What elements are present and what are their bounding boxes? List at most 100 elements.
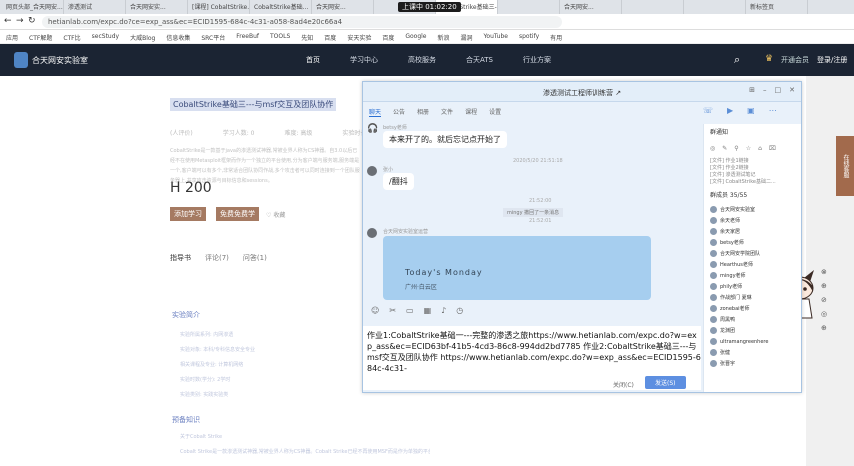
forward-icon[interactable]: →	[16, 16, 24, 26]
bookmark[interactable]: 安天实验	[347, 33, 371, 42]
scissors-icon[interactable]: ✂	[389, 306, 396, 315]
avatar[interactable]	[367, 228, 377, 238]
send-button[interactable]: 发送(S)	[645, 376, 686, 389]
link-icon[interactable]: ⚲	[734, 145, 738, 152]
bookmark[interactable]: 百度	[324, 33, 336, 42]
bookmark[interactable]: 新浪	[438, 33, 450, 42]
edit-icon[interactable]: ✎	[722, 145, 727, 152]
member-item[interactable]: 张晋宇	[710, 358, 768, 369]
pin-icon[interactable]: ⊕	[821, 282, 827, 290]
browser-tab[interactable]: 网页头部_合天网安...	[2, 0, 64, 14]
vip-button[interactable]: 开通会员	[781, 55, 809, 65]
message-bubble[interactable]: 本来开了的。就后忘记点开始了	[383, 131, 507, 148]
tab-comments[interactable]: 评论(7)	[205, 253, 229, 263]
plus-icon[interactable]: ⊕	[821, 324, 827, 332]
member-item[interactable]: 作战部门 夏琳	[710, 292, 768, 303]
image-icon[interactable]: ▦	[424, 306, 432, 315]
member-item[interactable]: 周黑鸭	[710, 314, 768, 325]
bookmark[interactable]: FreeBuf	[236, 33, 259, 40]
browser-tab[interactable]: [课程] CobaltStrike...	[188, 0, 250, 14]
bookmark[interactable]: 有用	[550, 33, 562, 42]
tab-guide[interactable]: 指导书	[170, 253, 191, 263]
tab-album[interactable]: 相册	[417, 107, 429, 117]
eye-icon[interactable]: ◎	[821, 310, 827, 318]
nav-ats[interactable]: 合天ATS	[466, 55, 493, 65]
minimize-icon[interactable]: –	[763, 86, 767, 94]
member-item[interactable]: 合天网安学院团队	[710, 248, 768, 259]
browser-tab[interactable]: CobaltStrike基础...	[250, 0, 312, 14]
login-button[interactable]: 登录/注册	[817, 55, 847, 65]
member-item[interactable]: 龙渊团	[710, 325, 768, 336]
message-bubble[interactable]: /翻抖	[383, 173, 414, 190]
close-icon[interactable]: ✕	[789, 86, 795, 94]
bookmark[interactable]: YouTube	[484, 33, 508, 40]
bookmark[interactable]: TOOLS	[270, 33, 290, 40]
image-message[interactable]: Today's Monday 广州·白云区	[383, 236, 651, 300]
search-icon[interactable]: ⌕	[734, 53, 740, 67]
message-input-text[interactable]: 作业1:CobaltStrike基础一---完整的渗透之旅https://www…	[367, 330, 701, 374]
member-item[interactable]: 合天网安实验室	[710, 204, 768, 215]
member-item[interactable]: betsy老师	[710, 237, 768, 248]
bookmark[interactable]: 大威Blog	[130, 33, 155, 42]
nav-learning[interactable]: 学习中心	[350, 55, 378, 65]
bookmark[interactable]: CTF比	[63, 33, 80, 42]
tab-course[interactable]: 课程	[465, 107, 477, 117]
close-icon[interactable]: ⊗	[821, 268, 827, 276]
history-icon[interactable]: ◷	[456, 306, 463, 315]
pin-icon[interactable]: ⊞	[749, 86, 755, 94]
bookmark[interactable]: 先知	[301, 33, 313, 42]
member-item[interactable]: 余天家居	[710, 226, 768, 237]
bookmark[interactable]: 信息收集	[166, 33, 190, 42]
browser-tab[interactable]: 渗透测试	[64, 0, 126, 14]
member-item[interactable]: 张健	[710, 347, 768, 358]
browser-tab[interactable]: 合天网安...	[560, 0, 622, 14]
tab-qa[interactable]: 问答(1)	[243, 253, 267, 263]
share-screen-icon[interactable]: ▣	[747, 106, 755, 115]
free-study-button[interactable]: 免费免费学	[216, 207, 259, 221]
tab-chat[interactable]: 聊天	[369, 107, 382, 117]
back-icon[interactable]: ←	[4, 16, 12, 26]
member-item[interactable]: zonebai老师	[710, 303, 768, 314]
nav-university[interactable]: 高校服务	[408, 55, 436, 65]
group-title[interactable]: 渗透测试工程师训练营 ↗	[543, 88, 621, 98]
phone-icon[interactable]: ☏	[703, 106, 713, 115]
nav-solutions[interactable]: 行业方案	[523, 55, 551, 65]
shield-logo-icon[interactable]	[14, 52, 28, 68]
maximize-icon[interactable]: □	[775, 86, 782, 94]
avatar[interactable]	[367, 166, 377, 176]
tab-announce[interactable]: 公告	[393, 107, 405, 117]
bookmark[interactable]: Google	[405, 33, 426, 40]
member-item[interactable]: 余天老师	[710, 215, 768, 226]
more-icon[interactable]: ⋯	[769, 106, 777, 115]
browser-tab[interactable]: 合天网安...	[312, 0, 374, 14]
url-field[interactable]: hetianlab.com/expc.do?ce=exp_ass&ec=ECID…	[42, 16, 562, 28]
close-button[interactable]: 关闭(C)	[613, 380, 634, 389]
browser-tab[interactable]: 新标签页	[746, 0, 808, 14]
bookmark[interactable]: 百度	[382, 33, 394, 42]
browser-tab[interactable]	[498, 0, 560, 14]
mic-icon[interactable]: ♪	[441, 306, 446, 315]
site-name[interactable]: 合天网安实验室	[32, 55, 88, 66]
tab-files[interactable]: 文件	[441, 107, 453, 117]
bookmark[interactable]: 漏洞	[461, 33, 473, 42]
member-item[interactable]: mingy老师	[710, 270, 768, 281]
add-study-button[interactable]: 添加学习	[170, 207, 206, 221]
bookmark[interactable]: SRC平台	[201, 33, 225, 42]
notice-icon[interactable]: ◎	[710, 145, 715, 152]
favorite-button[interactable]: ♡ 收藏	[266, 210, 285, 219]
browser-tab[interactable]	[684, 0, 746, 14]
folder-icon[interactable]: ▭	[406, 306, 414, 315]
nav-home[interactable]: 首页	[306, 55, 320, 65]
video-icon[interactable]: ▶	[727, 106, 733, 115]
member-item[interactable]: phily老师	[710, 281, 768, 292]
browser-tab[interactable]: 合天网安实...	[126, 0, 188, 14]
star-icon[interactable]: ☆	[746, 145, 751, 152]
tab-settings[interactable]: 设置	[489, 107, 501, 117]
trash-icon[interactable]: ⌧	[769, 145, 776, 152]
emoji-icon[interactable]: ☺	[371, 306, 379, 315]
message-input[interactable]: 作业1:CobaltStrike基础一---完整的渗透之旅https://www…	[363, 326, 701, 390]
bookmark[interactable]: secStudy	[92, 33, 119, 40]
bookmark[interactable]: spotify	[519, 33, 539, 40]
member-item[interactable]: Hearthus老师	[710, 259, 768, 270]
reload-icon[interactable]: ↻	[28, 16, 36, 26]
